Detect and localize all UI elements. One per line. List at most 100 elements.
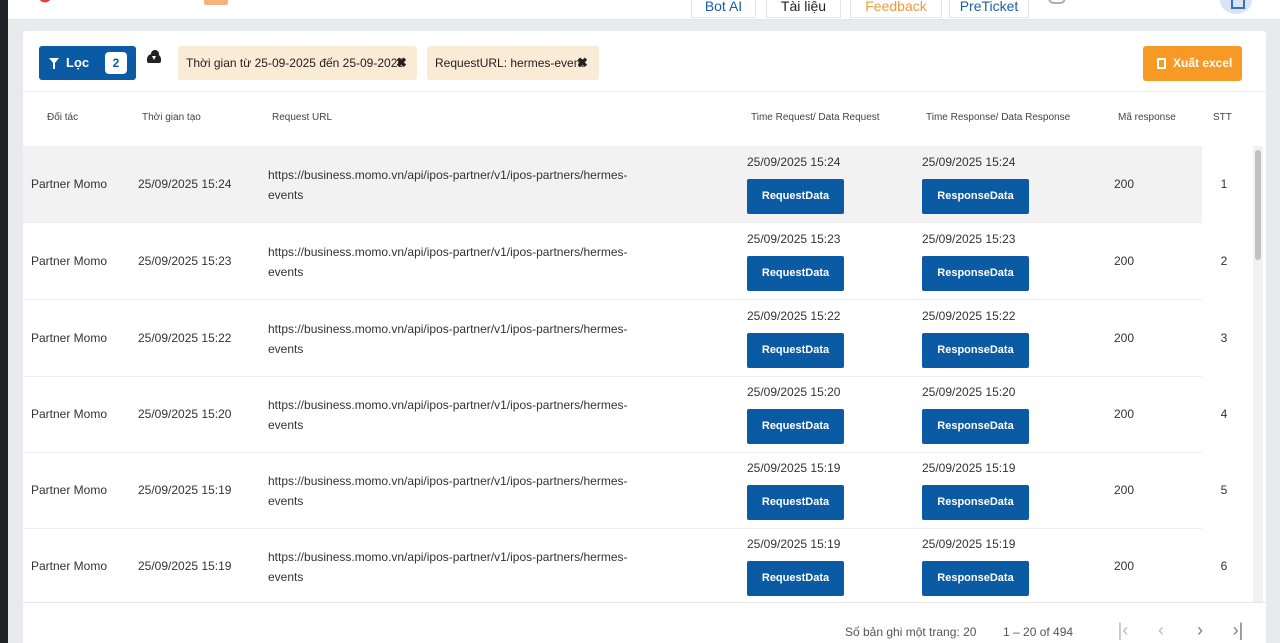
export-label: Xuất excel bbox=[1173, 56, 1233, 70]
stt-cell: 6 bbox=[1220, 559, 1228, 573]
response-time-cell: 25/09/2025 15:22 bbox=[922, 309, 1016, 323]
response-time-cell: 25/09/2025 15:19 bbox=[922, 537, 1016, 551]
tab-bot-ai[interactable]: Bot AI bbox=[691, 0, 756, 18]
stt-cell: 3 bbox=[1220, 331, 1228, 345]
partner-cell: Partner Momo bbox=[31, 559, 108, 573]
filter-icon bbox=[49, 58, 59, 69]
table-row[interactable]: Partner Momo 25/09/2025 15:20 https://bu… bbox=[23, 376, 1202, 453]
brand-logo-badge bbox=[204, 0, 228, 5]
request-time-cell: 25/09/2025 15:22 bbox=[747, 309, 841, 323]
response-time-cell: 25/09/2025 15:20 bbox=[922, 385, 1016, 399]
response-data-button[interactable]: ResponseData bbox=[922, 485, 1029, 520]
created-cell: 25/09/2025 15:19 bbox=[138, 559, 232, 573]
top-header: Bot AI Tài liệu Feedback PreTicket bbox=[8, 0, 1280, 20]
table-row[interactable]: Partner Momo 25/09/2025 15:22 https://bu… bbox=[23, 300, 1202, 377]
response-data-button[interactable]: ResponseData bbox=[922, 561, 1029, 596]
export-excel-button[interactable]: Xuất excel bbox=[1143, 46, 1242, 81]
table-row[interactable]: Partner Momo 25/09/2025 15:23 https://bu… bbox=[23, 223, 1202, 300]
url-cell: https://business.momo.vn/api/ipos-partne… bbox=[268, 550, 628, 584]
response-data-button[interactable]: ResponseData bbox=[922, 179, 1029, 214]
filter-chip-label: Thời gian từ 25-09-2025 đến 25-09-2025 bbox=[186, 56, 405, 70]
request-time-cell: 25/09/2025 15:23 bbox=[747, 232, 841, 246]
tab-preticket[interactable]: PreTicket bbox=[949, 0, 1029, 18]
request-data-button[interactable]: RequestData bbox=[747, 561, 844, 596]
next-page-icon[interactable]: › bbox=[1189, 619, 1211, 641]
column-header[interactable]: Time Request/ Data Request bbox=[751, 112, 880, 123]
request-data-button[interactable]: RequestData bbox=[747, 485, 844, 520]
scrollbar-thumb[interactable] bbox=[1255, 150, 1261, 260]
request-data-button[interactable]: RequestData bbox=[747, 333, 844, 368]
column-header[interactable]: Request URL bbox=[272, 112, 332, 123]
cloud-download-icon[interactable] bbox=[147, 50, 161, 63]
table-header: Đối tác Thời gian tạo Request URL Time R… bbox=[23, 91, 1266, 146]
stt-cell: 4 bbox=[1220, 407, 1228, 421]
column-header[interactable]: STT bbox=[1213, 112, 1232, 123]
created-cell: 25/09/2025 15:23 bbox=[138, 254, 232, 268]
stt-cell: 2 bbox=[1220, 254, 1228, 268]
tab-docs[interactable]: Tài liệu bbox=[766, 0, 841, 18]
left-edge-strip bbox=[0, 0, 8, 643]
url-cell: https://business.momo.vn/api/ipos-partne… bbox=[268, 474, 628, 508]
url-cell: https://business.momo.vn/api/ipos-partne… bbox=[268, 398, 628, 432]
response-data-button[interactable]: ResponseData bbox=[922, 409, 1029, 444]
prev-page-icon[interactable]: ‹ bbox=[1150, 619, 1172, 641]
column-header[interactable]: Thời gian tạo bbox=[142, 112, 201, 123]
file-icon bbox=[1157, 58, 1166, 69]
stt-cell: 1 bbox=[1220, 177, 1228, 191]
created-cell: 25/09/2025 15:19 bbox=[138, 483, 232, 497]
filter-button[interactable]: Lọc 2 bbox=[39, 46, 136, 80]
first-page-icon[interactable]: |‹ bbox=[1112, 619, 1134, 641]
pagination-bar: Số bản ghi một trang: 20 1 – 20 of 494 |… bbox=[23, 602, 1266, 643]
request-time-cell: 25/09/2025 15:20 bbox=[747, 385, 841, 399]
response-code-cell: 200 bbox=[1114, 331, 1135, 345]
table-row[interactable]: Partner Momo 25/09/2025 15:24 https://bu… bbox=[23, 146, 1202, 223]
close-icon[interactable]: ✖ bbox=[577, 46, 588, 80]
request-data-button[interactable]: RequestData bbox=[747, 179, 844, 214]
column-header[interactable]: Time Response/ Data Response bbox=[926, 112, 1070, 123]
response-code-cell: 200 bbox=[1114, 407, 1135, 421]
response-code-cell: 200 bbox=[1114, 559, 1135, 573]
created-cell: 25/09/2025 15:24 bbox=[138, 177, 232, 191]
created-cell: 25/09/2025 15:22 bbox=[138, 331, 232, 345]
request-data-button[interactable]: RequestData bbox=[747, 409, 844, 444]
request-data-button[interactable]: RequestData bbox=[747, 256, 844, 291]
request-time-cell: 25/09/2025 15:19 bbox=[747, 537, 841, 551]
stt-cell: 5 bbox=[1220, 483, 1228, 497]
partner-cell: Partner Momo bbox=[31, 254, 108, 268]
bell-icon[interactable] bbox=[1048, 0, 1066, 4]
table-scrollbar[interactable] bbox=[1253, 146, 1263, 602]
response-data-button[interactable]: ResponseData bbox=[922, 256, 1029, 291]
filter-count-badge: 2 bbox=[105, 52, 127, 74]
log-table-card: Lọc 2 Thời gian từ 25-09-2025 đến 25-09-… bbox=[23, 31, 1266, 643]
request-time-cell: 25/09/2025 15:24 bbox=[747, 155, 841, 169]
partner-cell: Partner Momo bbox=[31, 331, 108, 345]
close-icon[interactable]: ✖ bbox=[396, 46, 407, 80]
filter-chip-time: Thời gian từ 25-09-2025 đến 25-09-2025 ✖ bbox=[178, 46, 417, 80]
brand-logo[interactable] bbox=[34, 0, 56, 6]
user-icon[interactable] bbox=[1220, 0, 1252, 14]
url-cell: https://business.momo.vn/api/ipos-partne… bbox=[268, 322, 628, 356]
table-row[interactable]: Partner Momo 25/09/2025 15:19 https://bu… bbox=[23, 452, 1202, 529]
partner-cell: Partner Momo bbox=[31, 177, 108, 191]
filter-chip-url: RequestURL: hermes-event ✖ bbox=[427, 46, 599, 80]
response-time-cell: 25/09/2025 15:23 bbox=[922, 232, 1016, 246]
page-range: 1 – 20 of 494 bbox=[1003, 625, 1074, 639]
response-code-cell: 200 bbox=[1114, 177, 1135, 191]
rows-per-page-label[interactable]: Số bản ghi một trang: 20 bbox=[845, 625, 976, 639]
response-time-cell: 25/09/2025 15:24 bbox=[922, 155, 1016, 169]
url-cell: https://business.momo.vn/api/ipos-partne… bbox=[268, 168, 628, 202]
column-header[interactable]: Mã response bbox=[1118, 112, 1176, 123]
column-header[interactable]: Đối tác bbox=[47, 112, 78, 123]
created-cell: 25/09/2025 15:20 bbox=[138, 407, 232, 421]
response-data-button[interactable]: ResponseData bbox=[922, 333, 1029, 368]
last-page-icon[interactable]: ›| bbox=[1227, 619, 1249, 641]
table-row[interactable]: Partner Momo 25/09/2025 15:19 https://bu… bbox=[23, 528, 1202, 605]
partner-cell: Partner Momo bbox=[31, 483, 108, 497]
url-cell: https://business.momo.vn/api/ipos-partne… bbox=[268, 245, 628, 279]
response-time-cell: 25/09/2025 15:19 bbox=[922, 461, 1016, 475]
tab-feedback[interactable]: Feedback bbox=[850, 0, 942, 18]
partner-cell: Partner Momo bbox=[31, 407, 108, 421]
request-time-cell: 25/09/2025 15:19 bbox=[747, 461, 841, 475]
response-code-cell: 200 bbox=[1114, 483, 1135, 497]
filter-chip-label: RequestURL: hermes-event bbox=[435, 56, 584, 70]
